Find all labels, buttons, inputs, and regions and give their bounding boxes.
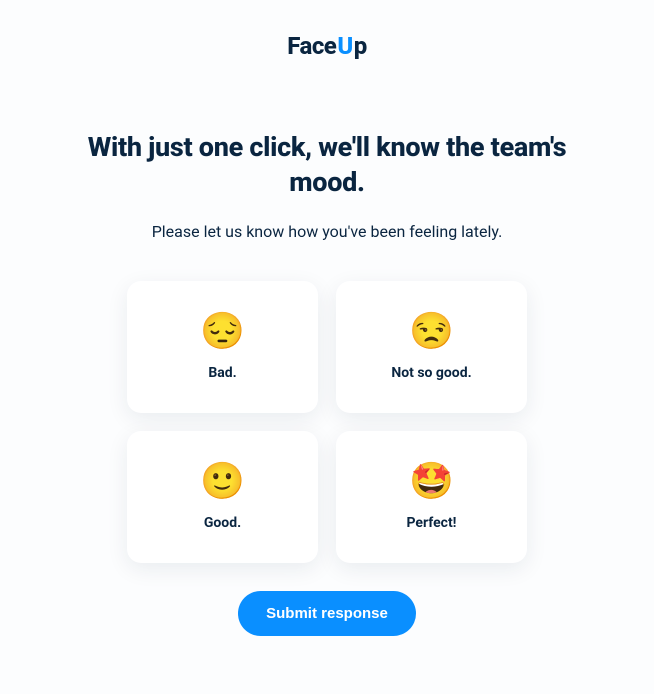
submit-response-button[interactable]: Submit response (238, 591, 416, 636)
logo-p: p (354, 32, 367, 60)
mood-option-good[interactable]: 🙂 Good. (127, 431, 318, 563)
emoji-slight-smile-icon: 🙂 (200, 463, 245, 499)
mood-option-label: Perfect! (407, 515, 457, 531)
logo-u: U (337, 32, 352, 60)
emoji-star-struck-icon: 🤩 (409, 463, 454, 499)
emoji-pensive-icon: 😔 (200, 313, 245, 349)
logo-face: Face (287, 32, 336, 60)
mood-option-label: Good. (204, 515, 241, 531)
mood-option-perfect[interactable]: 🤩 Perfect! (336, 431, 527, 563)
mood-option-label: Not so good. (391, 365, 471, 381)
brand-logo: FaceUp (287, 32, 366, 60)
emoji-unamused-icon: 😒 (409, 313, 454, 349)
mood-option-bad[interactable]: 😔 Bad. (127, 281, 318, 413)
mood-option-not-so-good[interactable]: 😒 Not so good. (336, 281, 527, 413)
page-headline: With just one click, we'll know the team… (87, 130, 567, 200)
mood-option-label: Bad. (208, 365, 236, 381)
page-subtitle: Please let us know how you've been feeli… (152, 222, 503, 241)
mood-options-grid: 😔 Bad. 😒 Not so good. 🙂 Good. 🤩 Perfect! (127, 281, 527, 563)
